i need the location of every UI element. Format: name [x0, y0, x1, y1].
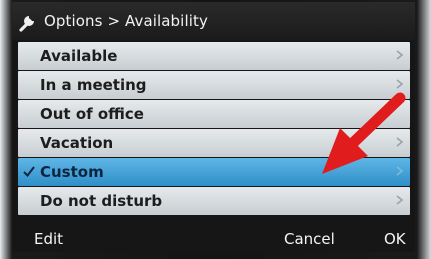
breadcrumb: Options > Availability — [44, 12, 208, 30]
title-bar: Options > Availability — [12, 2, 415, 40]
menu-item-label: Custom — [40, 163, 104, 181]
menu-item-label: In a meeting — [40, 76, 147, 94]
checkmark-icon — [23, 166, 35, 178]
menu-item-do-not-disturb[interactable]: Do not disturb — [18, 187, 410, 215]
phone-bezel: Options > Availability Available In a me… — [0, 0, 431, 259]
edit-softkey[interactable]: Edit — [34, 230, 63, 248]
softkey-bar: Edit Cancel OK — [12, 226, 415, 252]
ok-softkey[interactable]: OK — [384, 230, 406, 248]
wrench-icon — [19, 16, 34, 32]
menu-item-available[interactable]: Available — [18, 42, 410, 70]
menu-item-label: Do not disturb — [40, 192, 163, 210]
chevron-right-icon — [396, 50, 404, 60]
menu-item-label: Vacation — [40, 134, 114, 152]
menu-item-label: Out of office — [40, 105, 144, 123]
red-arrow-annotation — [322, 92, 406, 174]
chevron-right-icon — [396, 195, 404, 205]
cancel-softkey[interactable]: Cancel — [284, 230, 335, 248]
menu-item-label: Available — [40, 47, 118, 65]
